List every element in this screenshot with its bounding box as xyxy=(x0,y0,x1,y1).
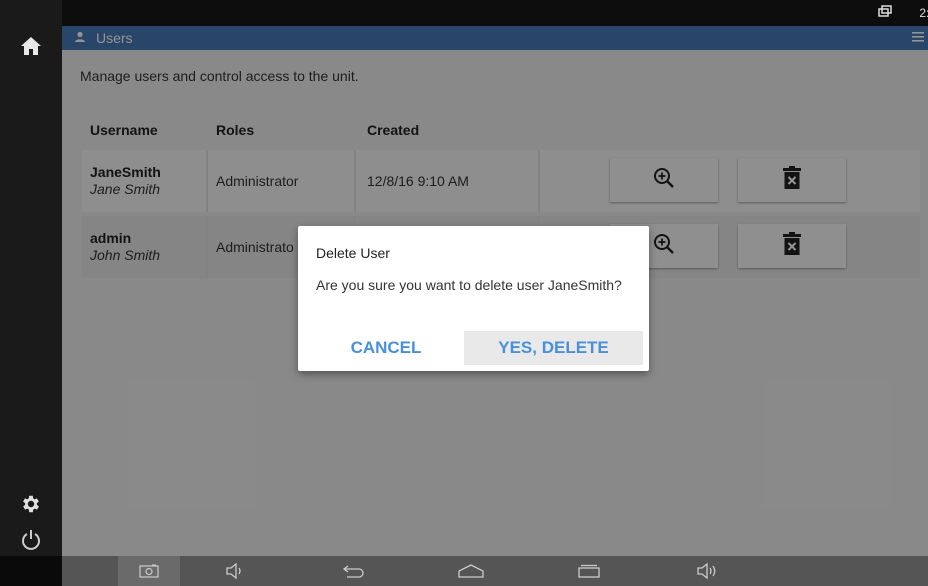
status-bar: 2:2 xyxy=(62,0,928,26)
clock: 2:2 xyxy=(919,6,928,20)
navigation-bar xyxy=(0,556,928,586)
window-icon xyxy=(878,5,892,22)
volume-up-icon[interactable] xyxy=(692,556,722,586)
gear-icon[interactable] xyxy=(0,484,62,524)
navigation-bar-buttons xyxy=(62,556,928,586)
home-icon[interactable] xyxy=(0,26,62,66)
screenshot-icon[interactable] xyxy=(118,556,180,586)
dialog-title: Delete User xyxy=(316,245,390,261)
power-icon[interactable] xyxy=(0,520,62,560)
back-icon[interactable] xyxy=(338,556,368,586)
recents-icon[interactable] xyxy=(574,556,604,586)
volume-down-icon[interactable] xyxy=(220,556,250,586)
home-nav-icon[interactable] xyxy=(456,556,486,586)
dialog-message: Are you sure you want to delete user Jan… xyxy=(316,277,622,293)
delete-user-dialog: Delete User Are you sure you want to del… xyxy=(298,226,649,371)
confirm-delete-button[interactable]: YES, DELETE xyxy=(464,331,643,365)
cancel-button[interactable]: CANCEL xyxy=(342,331,430,365)
sidebar xyxy=(0,0,62,556)
